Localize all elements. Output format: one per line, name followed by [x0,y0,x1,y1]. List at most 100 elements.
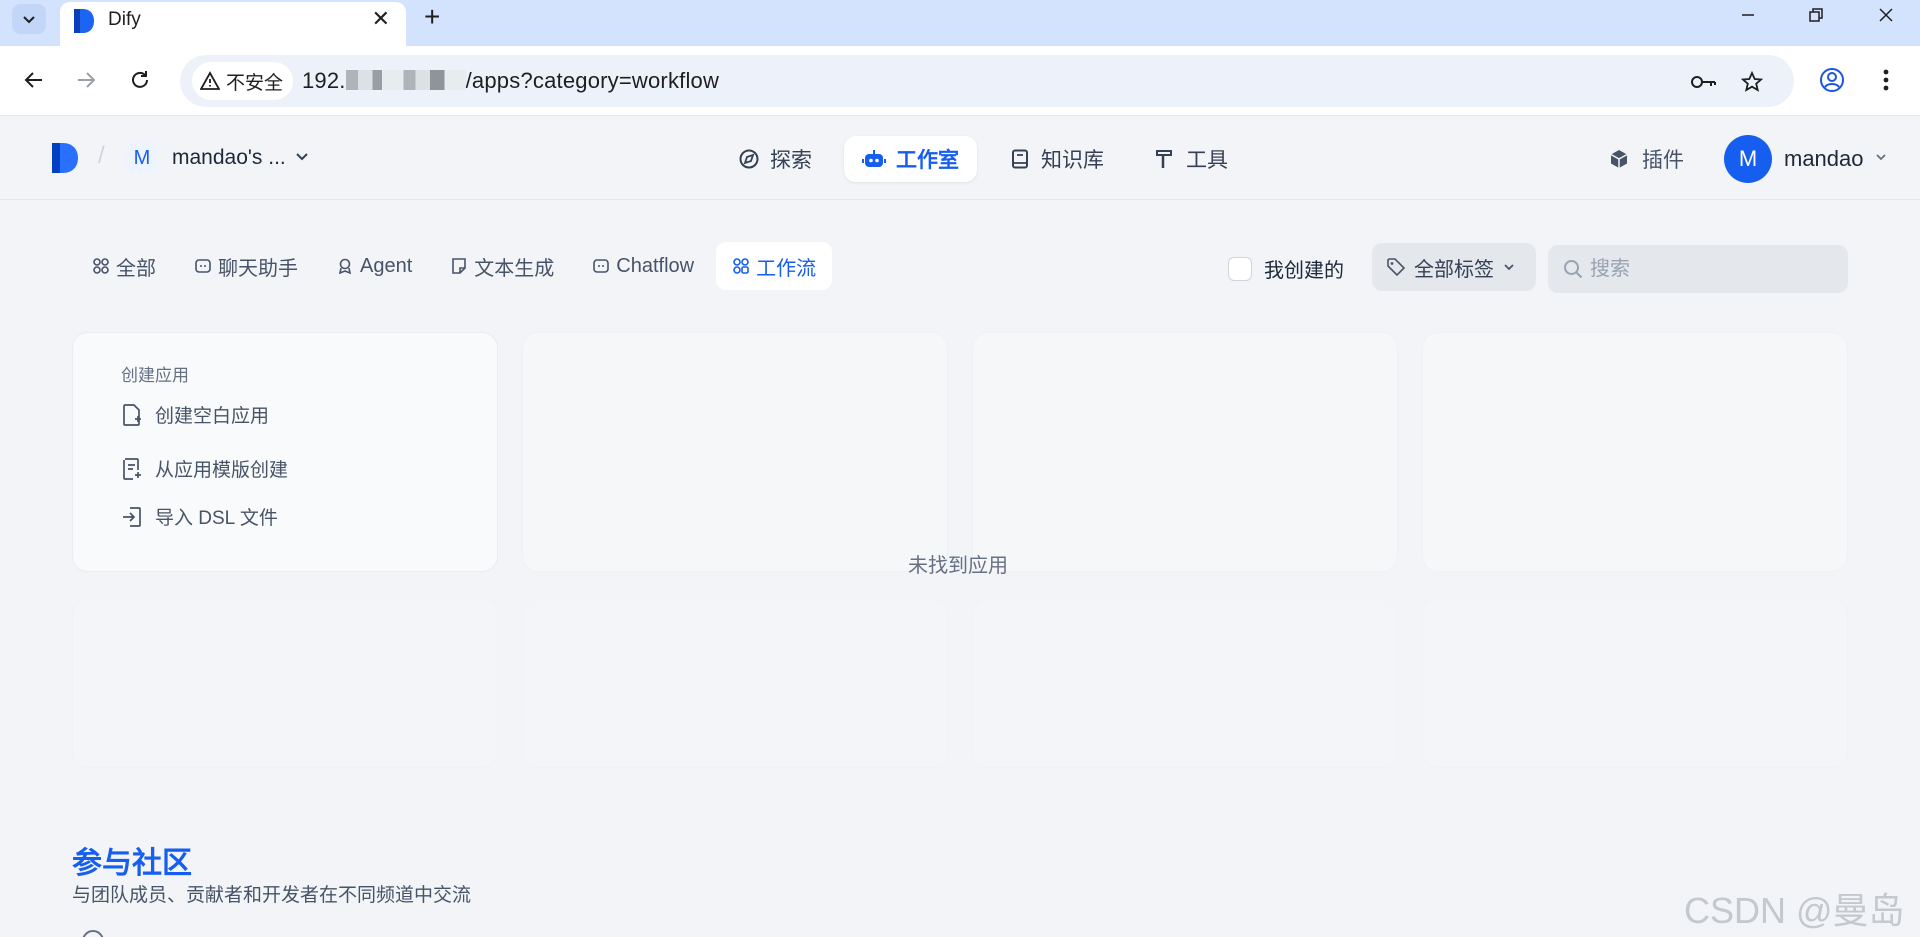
tag-filter-dropdown[interactable]: 全部标签 [1372,243,1536,291]
breadcrumb-separator: / [98,142,105,169]
address-bar[interactable]: 不安全 192. /apps?category=workflow [180,55,1794,107]
agent-icon [338,258,352,275]
import-dsl-button[interactable]: 导入 DSL 文件 [121,503,278,530]
tab-all-label: 全部 [116,257,156,280]
plugins-button[interactable]: 插件 [1608,144,1684,174]
workflow-icon [733,258,749,274]
reload-button[interactable] [122,62,158,98]
placeholder-card [72,598,498,768]
tab-all[interactable]: 全部 [76,242,172,290]
tab-agent[interactable]: Agent [320,242,428,290]
chevron-down-icon [1504,264,1514,271]
url-host: 192. [302,68,346,93]
nav-studio-label: 工作室 [896,149,959,172]
cube-icon [1610,150,1628,168]
bookmark-star-icon[interactable] [1738,68,1766,96]
minimize-icon [1742,14,1754,16]
community-subtitle: 与团队成员、贡献者和开发者在不同频道中交流 [72,885,472,906]
workspace-avatar[interactable]: M [126,142,158,174]
placeholder-card [1422,332,1848,572]
browser-tab-bar: Dify ✕ + [0,0,1920,46]
create-app-title: 创建应用 [121,366,189,385]
main-nav: 探索 工作室 知识库 工具 [720,136,1246,182]
search-icon [1564,260,1583,279]
tab-chatflow-label: Chatflow [616,254,695,277]
user-avatar[interactable]: M [1724,135,1772,183]
workspace-initial: M [133,146,151,169]
nav-explore[interactable]: 探索 [720,136,830,182]
created-by-me-checkbox[interactable] [1228,256,1252,281]
dify-logo-icon[interactable] [50,142,80,174]
close-window-button[interactable] [1858,0,1914,30]
community-title: 参与社区 [72,847,192,880]
file-plus-icon [123,403,141,426]
create-blank-app-button[interactable]: 创建空白应用 [121,401,269,428]
security-chip[interactable]: 不安全 [192,62,294,100]
close-icon [1879,8,1893,22]
placeholder-card [972,598,1398,768]
tab-chat-assistant[interactable]: 聊天助手 [178,242,314,290]
tab-agent-label: Agent [360,254,413,277]
tab-text-generation[interactable]: 文本生成 [434,242,570,290]
profile-button[interactable] [1814,62,1850,98]
arrow-left-icon [24,72,42,88]
nav-knowledge[interactable]: 知识库 [991,136,1122,182]
restore-button[interactable] [1788,0,1844,30]
more-vertical-icon [1883,69,1889,91]
search-input[interactable] [1590,257,1830,281]
plugins-label: 插件 [1642,149,1684,172]
create-from-template-button[interactable]: 从应用模版创建 [121,455,288,482]
tab-workflow-label: 工作流 [756,257,817,280]
nav-knowledge-label: 知识库 [1041,149,1104,172]
tab-title: Dify [108,9,141,30]
community-link-icon[interactable] [82,930,104,937]
created-by-me-toggle[interactable]: 我创建的 [1228,254,1344,283]
book-icon [1012,149,1028,169]
minimize-button[interactable] [1720,0,1776,30]
url-path: /apps?category=workflow [465,68,720,93]
note-icon [452,258,467,274]
search-box[interactable] [1548,245,1848,293]
tab-chat-assistant-label: 聊天助手 [218,257,298,280]
tab-text-generation-label: 文本生成 [474,257,555,280]
nav-studio[interactable]: 工作室 [844,136,977,182]
user-initial: M [1738,146,1758,171]
placeholder-card [522,598,948,768]
workspace-name[interactable]: mandao's ... [172,146,286,170]
security-label: 不安全 [226,72,284,94]
template-file-icon [123,457,141,480]
tab-close-icon[interactable]: ✕ [372,6,390,32]
redacted-host [345,70,466,90]
back-button[interactable] [16,62,52,98]
tab-search-button[interactable] [12,4,46,34]
watermark: CSDN @曼岛_ [1684,890,1905,937]
chat-icon [195,259,211,273]
password-key-icon[interactable] [1690,68,1718,96]
chevron-down-icon[interactable] [294,148,310,164]
browser-menu-button[interactable] [1868,62,1904,98]
dify-logo-icon [74,9,94,33]
browser-toolbar: 不安全 192. /apps?category=workflow [0,46,1920,116]
tab-chatflow[interactable]: Chatflow [576,242,710,290]
empty-state-text: 未找到应用 [908,555,1008,577]
create-blank-app-label: 创建空白应用 [155,406,270,427]
grid-icon [93,258,109,274]
compass-icon [739,149,759,169]
app-header: / M mandao's ... 探索 工作室 知识库 工具 插件 M mand… [0,116,1920,200]
robot-icon [862,150,886,167]
profile-icon [1820,68,1844,92]
new-tab-button[interactable]: + [424,1,440,33]
forward-button[interactable] [68,62,104,98]
tab-workflow[interactable]: 工作流 [716,242,833,290]
chevron-down-icon[interactable] [1874,150,1888,164]
nav-tools[interactable]: 工具 [1136,136,1246,182]
user-name[interactable]: mandao [1784,146,1864,172]
browser-tab[interactable]: Dify ✕ [60,2,406,46]
url-text[interactable]: 192. /apps?category=workflow [302,68,719,94]
created-by-me-label: 我创建的 [1264,260,1344,282]
arrow-right-icon [78,72,96,88]
placeholder-card [522,332,948,572]
placeholder-card [972,332,1398,572]
hammer-icon [1156,150,1172,168]
chevron-down-icon [23,16,35,24]
